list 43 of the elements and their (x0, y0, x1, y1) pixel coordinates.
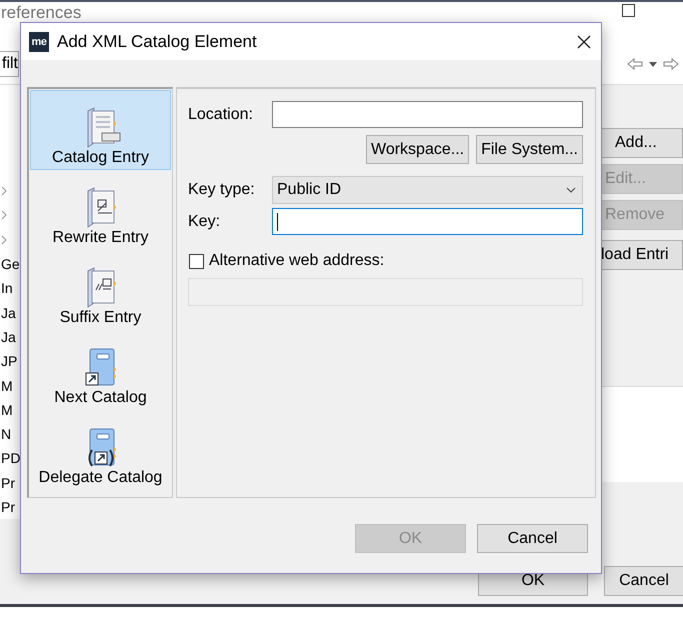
field-label: Location: (188, 106, 254, 124)
field-label: Key: (188, 212, 222, 230)
app-logo: me (29, 32, 49, 52)
entry-type-item[interactable]: Catalog Entry (30, 90, 171, 170)
tree-item[interactable]: In (1, 280, 13, 296)
tree-item[interactable]: Ja (1, 304, 16, 321)
tree-item[interactable]: PD (1, 450, 20, 466)
dialog-title: Add XML Catalog Element (57, 32, 258, 52)
entry-type-item[interactable]: Delegate Catalog (30, 410, 171, 490)
chevron-icon[interactable] (1, 210, 8, 220)
entry-type-item[interactable]: Suffix Entry (30, 250, 171, 330)
reload-button[interactable]: load Entri (600, 240, 683, 270)
tree-item[interactable]: Ja (1, 328, 16, 345)
tree-item[interactable]: M (1, 402, 13, 418)
tree-item[interactable]: JP (1, 353, 18, 370)
forward-arrow-icon[interactable] (663, 58, 679, 70)
field-label: Key type: (188, 181, 256, 199)
dialog-button[interactable]: Cancel (477, 524, 588, 553)
window-title: references (1, 3, 82, 23)
checkbox[interactable] (189, 254, 204, 268)
browse-button[interactable]: Workspace... (366, 135, 470, 164)
footer-button[interactable]: Cancel (604, 566, 683, 596)
tree-item[interactable]: M (1, 378, 13, 394)
location-field[interactable] (272, 101, 583, 128)
tree-item[interactable]: Pr (1, 499, 15, 515)
browse-button[interactable]: File System... (476, 135, 583, 164)
key-field[interactable] (272, 208, 583, 235)
side-button[interactable]: Add... (600, 128, 683, 158)
chevron-icon[interactable] (1, 186, 8, 196)
close-icon[interactable] (577, 34, 591, 48)
tree-item[interactable]: Pr (1, 474, 15, 491)
filter-field[interactable]: filt (0, 51, 19, 77)
entry-type-item[interactable]: Rewrite Entry (30, 170, 171, 250)
entry-type-item[interactable]: Next Catalog (30, 330, 171, 410)
dropdown-icon[interactable] (649, 62, 657, 66)
caret-icon (566, 187, 576, 193)
key-type-dropdown[interactable]: Public ID (272, 176, 583, 204)
chevron-icon[interactable] (1, 234, 8, 245)
tree-item[interactable]: N (1, 426, 12, 442)
back-arrow-icon[interactable] (627, 58, 643, 70)
checkbox-label: Alternative web address: (209, 252, 384, 270)
maximize-icon[interactable] (622, 4, 635, 16)
tree-item[interactable]: Ge (1, 256, 20, 272)
